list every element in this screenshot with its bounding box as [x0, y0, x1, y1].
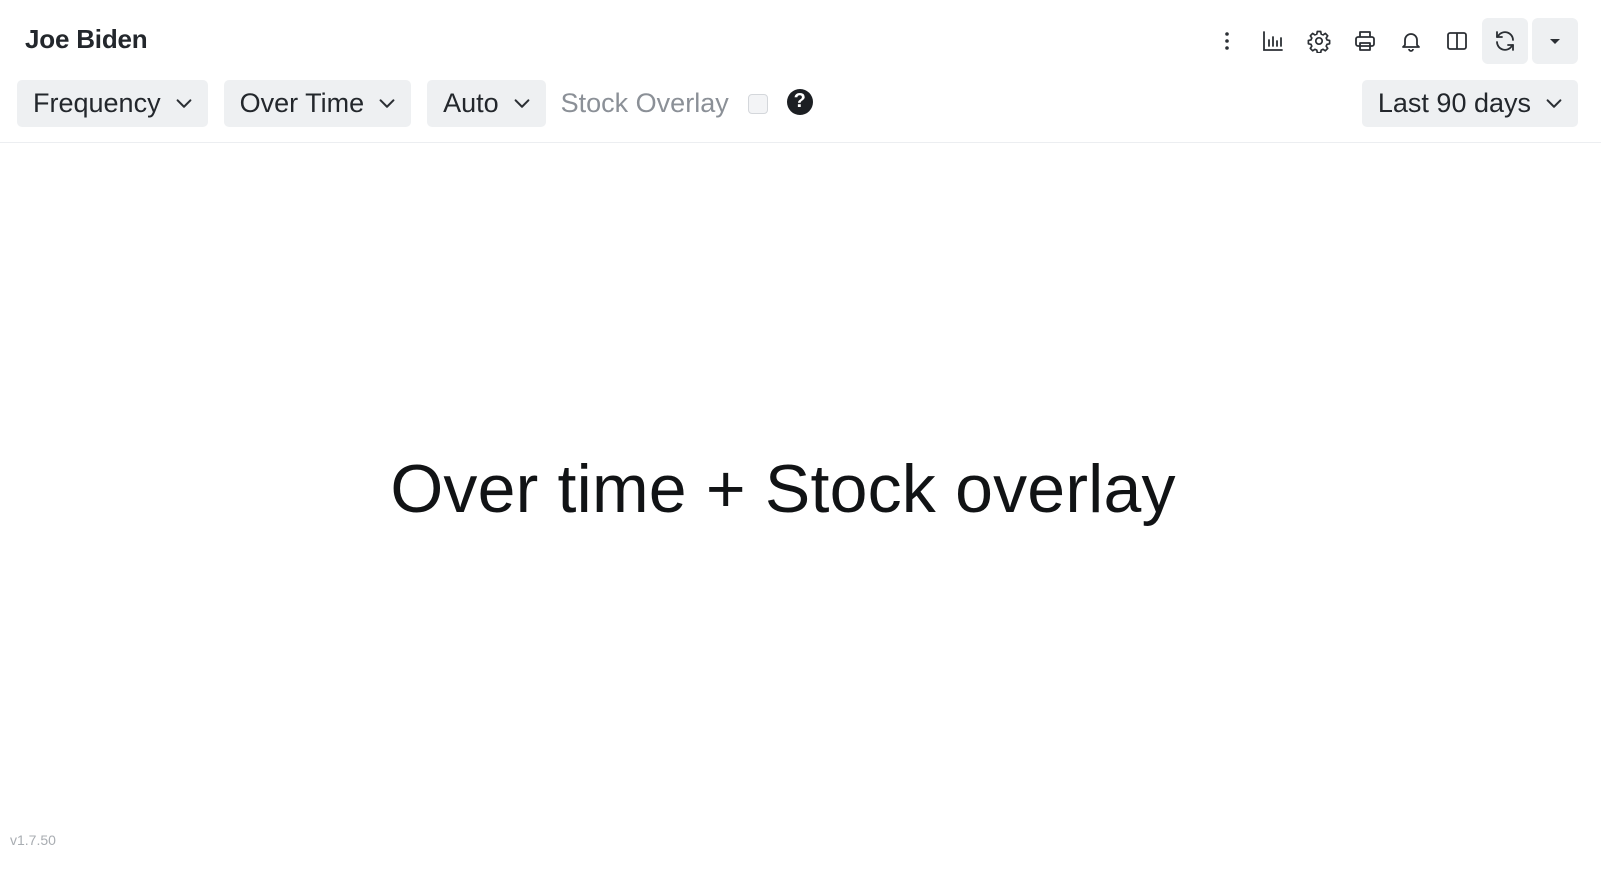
split-view-icon	[1447, 32, 1467, 50]
stock-overlay-label: Stock Overlay	[560, 88, 729, 118]
header-actions	[1204, 18, 1578, 64]
date-range-dropdown[interactable]: Last 90 days	[1361, 80, 1578, 127]
chevron-down-icon	[514, 98, 530, 108]
chevron-down-icon	[1546, 98, 1562, 108]
metric-dropdown-label: Frequency	[33, 88, 161, 118]
bar-chart-icon	[1263, 31, 1283, 51]
alerts-button[interactable]	[1388, 18, 1434, 64]
content-placeholder-message: Over time + Stock overlay	[390, 451, 1176, 527]
page-title: Joe Biden	[25, 24, 148, 54]
bell-icon	[1402, 33, 1420, 52]
refresh-options-button[interactable]	[1532, 18, 1578, 64]
metric-dropdown[interactable]: Frequency	[17, 80, 208, 127]
stock-overlay-checkbox[interactable]	[747, 93, 768, 114]
refresh-icon	[1496, 31, 1514, 51]
gear-icon	[1307, 30, 1331, 53]
view-dropdown-label: Over Time	[239, 88, 365, 118]
help-glyph: ?	[793, 90, 806, 112]
settings-button[interactable]	[1296, 18, 1342, 64]
refresh-button[interactable]	[1482, 18, 1528, 64]
date-range-label: Last 90 days	[1377, 88, 1531, 118]
interval-dropdown-label: Auto	[443, 88, 499, 118]
printer-icon	[1355, 31, 1375, 51]
split-view-button[interactable]	[1434, 18, 1480, 64]
version-label: v1.7.50	[10, 832, 56, 848]
view-dropdown[interactable]: Over Time	[223, 80, 412, 127]
caret-down-icon	[1550, 39, 1560, 44]
print-button[interactable]	[1342, 18, 1388, 64]
chevron-down-icon	[176, 98, 192, 108]
chevron-down-icon	[379, 98, 395, 108]
toolbar-divider	[0, 142, 1601, 143]
more-options-button[interactable]	[1204, 18, 1250, 64]
interval-dropdown[interactable]: Auto	[427, 80, 546, 127]
help-icon[interactable]: ?	[786, 88, 813, 115]
chart-type-button[interactable]	[1250, 18, 1296, 64]
more-vertical-icon	[1225, 32, 1229, 50]
filter-toolbar: Frequency Over Time Auto Stock Overlay ?…	[17, 80, 1578, 127]
app-root: Joe Biden Frequency Over Time Auto Stock…	[0, 0, 1601, 873]
